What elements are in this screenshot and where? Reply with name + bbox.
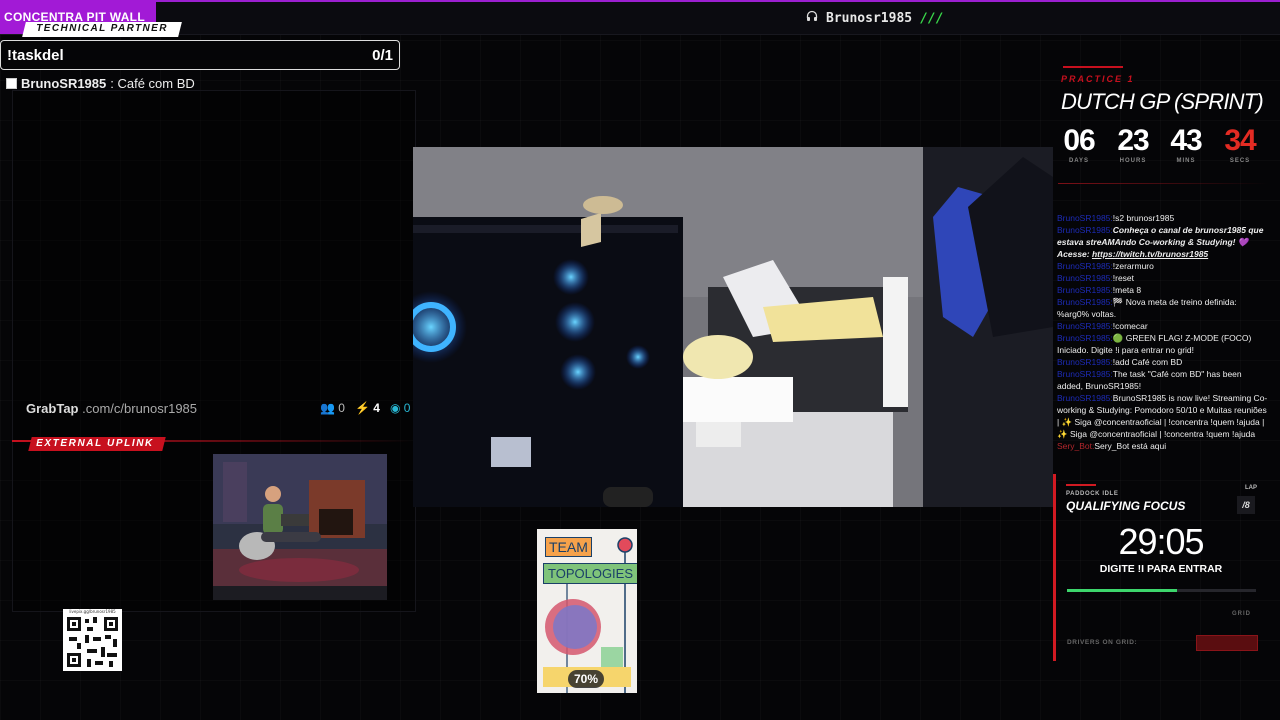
- chat-message: BrunoSR1985:!zerarmuro: [1057, 261, 1154, 271]
- countdown-mins-unit: MINS: [1176, 158, 1196, 164]
- qr-caption: livepix.gg/brunosr1985: [69, 609, 116, 614]
- chat-message: Sery_Bot:Sery_Bot está aqui: [1057, 441, 1167, 451]
- bolt-icon: ⚡: [354, 401, 370, 415]
- task-text: : Café com BD: [110, 76, 195, 91]
- countdown-days-value: 06: [1063, 124, 1095, 157]
- main-webcam-feed: [413, 147, 1053, 507]
- chat-message: BrunoSR1985:!reset: [1057, 273, 1135, 283]
- qualifying-instruction: DIGITE !I PARA ENTRAR: [1099, 563, 1223, 575]
- chat-message: BrunoSR1985:BrunoSR1985 is now live! Str…: [1057, 393, 1268, 439]
- task-checkbox[interactable]: [6, 78, 17, 89]
- chat-log: BrunoSR1985:!s2 brunosr1985 BrunoSR1985:…: [1057, 212, 1269, 452]
- session-label: PRACTICE 1: [1061, 74, 1135, 84]
- users-stat: 👥 0: [320, 401, 345, 415]
- chat-message: BrunoSR1985:!comecar: [1057, 321, 1148, 331]
- qualifying-progress-fill: [1067, 589, 1177, 592]
- qualifying-title: QUALIFYING FOCUS: [1066, 499, 1186, 513]
- chat-message: BrunoSR1985:!s2 brunosr1985: [1057, 213, 1175, 223]
- uplink-video-feed: [213, 454, 387, 600]
- task-list-item: BrunoSR1985: Café com BD: [6, 76, 195, 91]
- drivers-on-grid-label: DRIVERS ON GRID:: [1067, 639, 1138, 646]
- headphones-icon: [806, 10, 818, 26]
- grabtap-link: GrabTap .com/c/brunosr1985: [26, 401, 197, 416]
- top-bar: [0, 2, 1280, 35]
- countdown-mins: 43 MINS: [1164, 124, 1208, 164]
- countdown-hours-unit: HOURS: [1119, 158, 1147, 164]
- viewers-stat: ◉ 0: [389, 401, 411, 415]
- chat-message: BrunoSR1985:🏁 Nova meta de treino defini…: [1057, 297, 1237, 319]
- countdown-secs-value: 34: [1224, 124, 1256, 157]
- countdown-secs-unit: SECS: [1229, 158, 1251, 164]
- task-command: !taskdel: [7, 46, 64, 64]
- paddock-status: PADDOCK IDLE: [1066, 491, 1119, 497]
- drivers-on-grid-box: [1196, 635, 1258, 651]
- chat-link[interactable]: https://twitch.tv/brunosr1985: [1092, 249, 1208, 259]
- qr-code: livepix.gg/brunosr1985: [63, 609, 122, 671]
- chat-message: BrunoSR1985:!meta 8: [1057, 285, 1142, 295]
- channel-indicator: Brunosr1985 ///: [806, 10, 944, 26]
- countdown-days-unit: DAYS: [1068, 158, 1090, 164]
- qualifying-timer: 29:05: [1118, 521, 1204, 562]
- grabtap-logo: GrabTap: [26, 401, 79, 416]
- external-uplink-label: EXTERNAL UPLINK: [28, 437, 166, 451]
- chat-message: BrunoSR1985:🟢 GREEN FLAG! Z-MODE (FOCO) …: [1057, 333, 1252, 355]
- lap-counter: /8: [1237, 496, 1255, 514]
- task-command-box: !taskdel 0/1: [0, 40, 400, 70]
- countdown-mins-value: 43: [1170, 124, 1202, 157]
- grabtap-stats: 👥 0 ⚡ 4 ◉ 0: [320, 401, 410, 415]
- task-count: 0/1: [372, 46, 393, 64]
- race-accent-line: [1063, 66, 1123, 68]
- chat-message: BrunoSR1985:!add Café com BD: [1057, 357, 1183, 367]
- channel-slashes: ///: [920, 10, 944, 26]
- countdown-hours: 23 HOURS: [1111, 124, 1155, 164]
- countdown-secs: 34 SECS: [1218, 124, 1262, 164]
- task-user: BrunoSR1985: [21, 76, 107, 91]
- channel-name: Brunosr1985: [826, 10, 913, 26]
- book-title-line1: TEAM: [545, 537, 592, 557]
- grid-label: GRID: [1232, 611, 1251, 617]
- technical-partner-label: TECHNICAL PARTNER: [22, 22, 182, 37]
- lap-label: LAP: [1245, 485, 1257, 491]
- qualifying-accent: [1066, 484, 1096, 486]
- users-icon: 👥: [320, 401, 335, 415]
- countdown-divider: [1058, 183, 1268, 184]
- countdown-days: 06 DAYS: [1057, 124, 1101, 164]
- bolts-stat: ⚡ 4: [354, 401, 380, 415]
- chat-message: BrunoSR1985:Conheça o canal de brunosr19…: [1057, 225, 1264, 259]
- book-progress-badge: 70%: [568, 670, 605, 688]
- countdown-hours-value: 23: [1117, 124, 1149, 157]
- book-title-line2: TOPOLOGIES: [543, 563, 637, 584]
- chat-message: BrunoSR1985:The task "Café com BD" has b…: [1057, 369, 1242, 391]
- grabtap-url: .com/c/brunosr1985: [82, 401, 198, 416]
- qualifying-side-bar: [1053, 474, 1056, 661]
- race-title: DUTCH GP (SPRINT): [1061, 89, 1264, 114]
- current-book-cover: TEAM TOPOLOGIES: [537, 529, 637, 693]
- play-circle-icon: ◉: [389, 401, 401, 415]
